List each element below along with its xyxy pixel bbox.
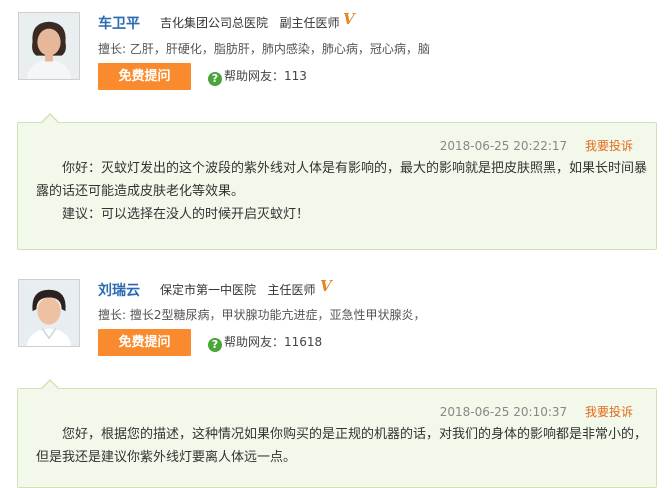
doctor-skill: 擅长: 乙肝，肝硬化，脂肪肝，肺内感染，肺心病，冠心病，脑 xyxy=(98,42,430,56)
reply-text: 你好：灭蚊灯发出的这个波段的紫外线对人体是有影响的，最大的影响就是把皮肤照黑，如… xyxy=(36,161,648,199)
doctor-avatar[interactable] xyxy=(18,279,80,347)
verified-icon: V xyxy=(343,10,355,28)
doctor-title: 副主任医师 xyxy=(279,16,340,30)
doctor-name[interactable]: 刘瑞云 xyxy=(98,280,140,300)
reply-time: 2018-06-25 20:22:17 xyxy=(439,139,568,153)
hospital-name: 保定市第一中医院 xyxy=(160,283,257,297)
doctor-title: 主任医师 xyxy=(267,283,316,297)
helped-label: 帮助网友：11618 xyxy=(224,335,323,349)
free-ask-button[interactable]: 免费提问 xyxy=(98,63,191,90)
doctor-name[interactable]: 车卫平 xyxy=(98,13,140,33)
doctor-hospital: 吉化集团公司总医院 副主任医师 xyxy=(160,14,339,31)
helped-count: ? 帮助网友：113 xyxy=(208,67,307,86)
avatar-photo xyxy=(19,13,79,79)
reply-advice: 建议：可以选择在没人的时候开启灭蚊灯！ xyxy=(62,207,310,222)
helped-count: ? 帮助网友：11618 xyxy=(208,333,322,352)
question-icon: ? xyxy=(208,338,222,352)
hospital-name: 吉化集团公司总医院 xyxy=(160,16,269,30)
question-icon: ? xyxy=(208,72,222,86)
reply-box: 2018-06-25 20:22:17 我要投诉 你好：灭蚊灯发出的这个波段的紫… xyxy=(17,113,657,250)
reply-meta: 2018-06-25 20:10:37 我要投诉 xyxy=(440,403,633,420)
free-ask-button[interactable]: 免费提问 xyxy=(98,329,191,356)
doctor-avatar[interactable] xyxy=(18,12,80,80)
reply-meta: 2018-06-25 20:22:17 我要投诉 xyxy=(440,137,633,154)
reply-box: 2018-06-25 20:10:37 我要投诉 您好，根据您的描述，这种情况如… xyxy=(17,379,657,488)
doctor-skill: 擅长: 擅长2型糖尿病，甲状腺功能亢进症，亚急性甲状腺炎， xyxy=(98,308,426,322)
verified-icon: V xyxy=(320,277,332,295)
reply-text: 您好，根据您的描述，这种情况如果你购买的是正规的机器的话，对我们的身体的影响都是… xyxy=(36,427,648,465)
reply-time: 2018-06-25 20:10:37 xyxy=(439,405,568,419)
report-link[interactable]: 我要投诉 xyxy=(585,139,633,153)
avatar-photo xyxy=(19,280,79,346)
report-link[interactable]: 我要投诉 xyxy=(585,405,633,419)
doctor-hospital: 保定市第一中医院 主任医师 xyxy=(160,281,315,298)
helped-label: 帮助网友：113 xyxy=(224,69,307,83)
